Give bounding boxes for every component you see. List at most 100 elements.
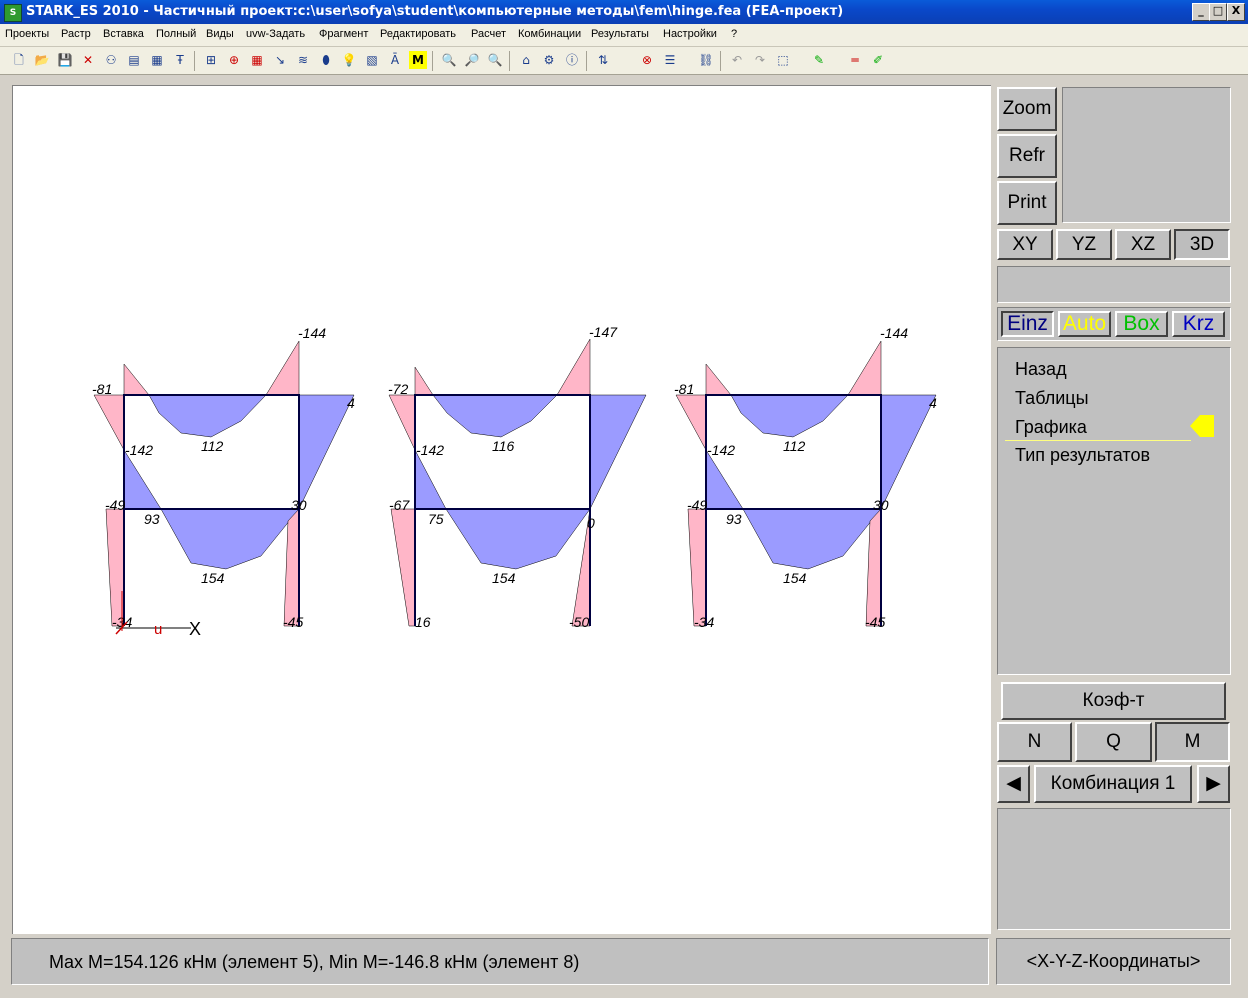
view-xz-button[interactable]: XZ bbox=[1115, 229, 1171, 260]
frame-2-diagram: -147 -72 -142 116 -67 75 0 154 16 -50 bbox=[388, 324, 647, 630]
menu-projects[interactable]: Проекты bbox=[5, 28, 49, 40]
info-icon[interactable]: ⓘ bbox=[563, 51, 581, 69]
force-m-button[interactable]: M bbox=[1155, 722, 1230, 762]
numbering-icon[interactable]: ▧ bbox=[363, 51, 381, 69]
prev-combination-button[interactable]: ◀ bbox=[997, 765, 1030, 803]
mode-box-button[interactable]: Box bbox=[1115, 311, 1168, 337]
menu-full[interactable]: Полный bbox=[156, 28, 196, 40]
force-icon[interactable]: ⇅ bbox=[594, 51, 612, 69]
frame-3-moment-pink bbox=[675, 394, 707, 451]
frame-2-label: 75 bbox=[428, 511, 444, 527]
force-q-button[interactable]: Q bbox=[1075, 722, 1152, 762]
view3d-icon[interactable]: ⬚ bbox=[774, 51, 792, 69]
properties-icon[interactable]: ⚙ bbox=[540, 51, 558, 69]
zoom-in-icon[interactable]: 🔎 bbox=[463, 51, 481, 69]
maximize-button[interactable]: □ bbox=[1209, 3, 1227, 21]
toolbar-separator bbox=[194, 51, 195, 71]
axis-icon[interactable]: ↘ bbox=[271, 51, 289, 69]
menu-item-tables[interactable]: Таблицы bbox=[1015, 388, 1089, 409]
zoom-out-icon[interactable]: 🔍 bbox=[486, 51, 504, 69]
m-icon[interactable]: M bbox=[409, 51, 427, 69]
view-yz-button[interactable]: YZ bbox=[1056, 229, 1112, 260]
filter-icon[interactable]: ☰ bbox=[661, 51, 679, 69]
coordinates-field[interactable]: <X-Y-Z-Координаты> bbox=[996, 938, 1231, 985]
menu-raster[interactable]: Растр bbox=[61, 28, 91, 40]
mesh-icon[interactable]: ▤ bbox=[125, 51, 143, 69]
mode-auto-button[interactable]: Auto bbox=[1058, 311, 1111, 337]
menu-item-graphics[interactable]: Графика bbox=[1015, 417, 1087, 438]
frame-3-label: -144 bbox=[880, 325, 908, 341]
frame-1-diagram: -144 -81 4 -142 112 -49 93 30 154 -34 -4… bbox=[92, 325, 355, 630]
menu-item-back[interactable]: Назад bbox=[1015, 359, 1067, 380]
open-folder-icon[interactable]: 📂 bbox=[33, 51, 51, 69]
mode-krz-button[interactable]: Krz bbox=[1172, 311, 1225, 337]
menu-calculation[interactable]: Расчет bbox=[471, 28, 506, 40]
zoom-icon[interactable]: 🔍 bbox=[440, 51, 458, 69]
cylinder-icon[interactable]: ⬮ bbox=[317, 51, 335, 69]
mode-einz-button[interactable]: Einz bbox=[1001, 311, 1054, 337]
koef-button[interactable]: Коэф-т bbox=[1001, 682, 1226, 720]
menu-edit[interactable]: Редактировать bbox=[380, 28, 456, 40]
view-3d-button[interactable]: 3D bbox=[1174, 229, 1230, 260]
paint-icon[interactable]: ✎ bbox=[810, 51, 828, 69]
tablet-icon[interactable]: ▦ bbox=[148, 51, 166, 69]
redo-icon[interactable]: ↷ bbox=[751, 51, 769, 69]
app-icon[interactable]: S bbox=[4, 4, 22, 22]
menu-views[interactable]: Виды bbox=[206, 28, 234, 40]
layers-icon[interactable]: ≋ bbox=[294, 51, 312, 69]
next-combination-button[interactable]: ▶ bbox=[1197, 765, 1230, 803]
menu-item-result-type[interactable]: Тип результатов bbox=[1015, 445, 1150, 466]
window-title: STARK_ES 2010 - Частичный проект:c:\user… bbox=[26, 4, 844, 19]
nodes-icon[interactable]: ⚇ bbox=[102, 51, 120, 69]
minimize-button[interactable]: _ bbox=[1192, 3, 1210, 21]
combination-selector[interactable]: Комбинация 1 bbox=[1034, 765, 1192, 803]
frame-2-moment-pink bbox=[414, 366, 434, 396]
zoom-button[interactable]: Zoom bbox=[997, 87, 1057, 131]
grid-fine-icon[interactable]: ▦ bbox=[248, 51, 266, 69]
frame-2-moment-blue bbox=[432, 394, 558, 438]
frame-3-diagram: -144 -81 4 -142 112 -49 93 30 154 -34 -4… bbox=[674, 325, 937, 630]
abc-icon[interactable]: Ā bbox=[386, 51, 404, 69]
text-icon[interactable]: Ŧ bbox=[171, 51, 189, 69]
frame-3-label: -81 bbox=[674, 381, 694, 397]
measure-icon[interactable]: ═ bbox=[846, 51, 864, 69]
frame-1-moment-blue bbox=[298, 394, 355, 510]
frame-1-label: -142 bbox=[125, 442, 153, 458]
frame-1-moment-pink bbox=[265, 340, 300, 396]
home-icon[interactable]: ⌂ bbox=[517, 51, 535, 69]
frame-3-label: -34 bbox=[694, 614, 714, 630]
bottom-info-panel bbox=[997, 808, 1231, 930]
frame-1-label: 4 bbox=[347, 395, 355, 411]
brush-icon[interactable]: ✐ bbox=[869, 51, 887, 69]
drawing-canvas[interactable]: -144 -81 4 -142 112 -49 93 30 154 -34 -4… bbox=[12, 85, 991, 934]
menu-insert[interactable]: Вставка bbox=[103, 28, 144, 40]
frame-2-label: 116 bbox=[492, 438, 515, 454]
grid-icon[interactable]: ⊞ bbox=[202, 51, 220, 69]
delete-icon[interactable]: ✕ bbox=[79, 51, 97, 69]
frame-2-moment-blue bbox=[414, 449, 447, 510]
refresh-button[interactable]: Refr bbox=[997, 134, 1057, 178]
grid-center-icon[interactable]: ⊕ bbox=[225, 51, 243, 69]
close-button[interactable]: X bbox=[1227, 3, 1245, 21]
save-icon[interactable]: 💾 bbox=[56, 51, 74, 69]
undo-icon[interactable]: ↶ bbox=[728, 51, 746, 69]
menu-settings[interactable]: Настройки bbox=[663, 28, 717, 40]
force-n-button[interactable]: N bbox=[997, 722, 1072, 762]
new-file-icon[interactable]: 🗋 bbox=[10, 51, 28, 69]
view-xy-button[interactable]: XY bbox=[997, 229, 1053, 260]
info-field bbox=[997, 266, 1231, 303]
menu-fragment[interactable]: Фрагмент bbox=[319, 28, 368, 40]
menu-uvw-set[interactable]: uvw-Задать bbox=[246, 28, 305, 40]
u-axis-label: u bbox=[154, 621, 162, 638]
menu-results[interactable]: Результаты bbox=[591, 28, 649, 40]
frame-3-label: 30 bbox=[873, 497, 889, 513]
menu-combinations[interactable]: Комбинации bbox=[518, 28, 581, 40]
link-icon[interactable]: ⛓ bbox=[697, 51, 715, 69]
mode-panel: Einz Auto Box Krz bbox=[997, 307, 1231, 341]
print-button[interactable]: Print bbox=[997, 181, 1057, 225]
stop-icon[interactable]: ⊗ bbox=[638, 51, 656, 69]
menu-help[interactable]: ? bbox=[731, 28, 737, 40]
bulb-icon[interactable]: 💡 bbox=[340, 51, 358, 69]
frame-1-moment-pink bbox=[123, 363, 150, 396]
toolbar-separator bbox=[509, 51, 510, 71]
